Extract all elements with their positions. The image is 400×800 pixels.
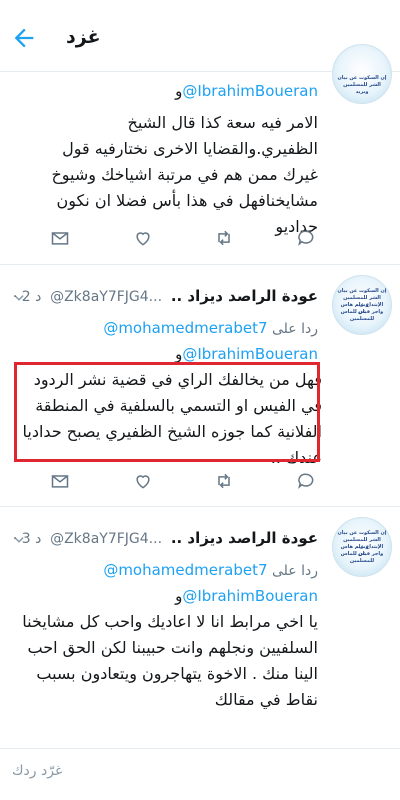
mention-link[interactable]: @IbrahimBoueran: [182, 587, 318, 605]
mention-line: @IbrahimBoueranو: [175, 345, 318, 363]
reply-icon[interactable]: [296, 228, 316, 248]
retweet-icon[interactable]: [214, 228, 234, 248]
avatar[interactable]: إن السكوت عن بيان الشر للمسلمين وبريد ال…: [332, 275, 392, 335]
tweet-header: عودة الراصد ديزاد .. @Zk8aY7FJG4... د 3 …: [13, 529, 318, 547]
like-icon[interactable]: [133, 471, 153, 491]
tweet-header: عودة الراصد ديزاد .. @Zk8aY7FJG4... د 2 …: [13, 287, 318, 305]
avatar[interactable]: إن السكوت عن بيان الشر للمسلمين وبريد ال…: [332, 517, 392, 577]
avatar[interactable]: إن السكوت عن بيان الشر للمسلمين وبريد: [332, 44, 392, 104]
arrow-left-icon[interactable]: [10, 24, 38, 52]
mention-link[interactable]: @mohamedmerabet7: [103, 319, 267, 337]
highlight-box: [14, 362, 320, 462]
mention-link[interactable]: @IbrahimBoueran: [182, 345, 318, 363]
reply-input[interactable]: غرّد ردك: [12, 763, 62, 779]
reply-to-line: ردا على @mohamedmerabet7: [103, 561, 318, 579]
mention-link[interactable]: @IbrahimBoueran: [182, 82, 318, 100]
author-handle[interactable]: @Zk8aY7FJG4...: [50, 531, 162, 547]
tweet-actions: [0, 471, 400, 495]
tweet[interactable]: إن السكوت عن بيان الشر للمسلمين وبريد ال…: [0, 507, 400, 748]
share-icon[interactable]: [50, 228, 70, 248]
tweet-actions: [0, 228, 400, 252]
mention-link[interactable]: @mohamedmerabet7: [103, 561, 267, 579]
tweet-time: د 3 ·: [12, 531, 42, 547]
tweet-time: د 2 ·: [12, 289, 42, 305]
mention-line: @IbrahimBoueranو: [175, 587, 318, 605]
share-icon[interactable]: [50, 471, 70, 491]
tweet-text: يا اخي مرابط انا لا اعاديك واحب كل مشايخ…: [22, 612, 318, 709]
reply-to-line: ردا على @mohamedmerabet7: [103, 319, 318, 337]
like-icon[interactable]: [133, 228, 153, 248]
reply-composer[interactable]: غرّد ردك: [0, 748, 400, 800]
reply-icon[interactable]: [296, 471, 316, 491]
page-title: غزد: [66, 26, 101, 48]
tweet-text: الامر فيه سعة كذا قال الشيخ الظفيري.والق…: [51, 113, 318, 236]
author-name[interactable]: عودة الراصد ديزاد ..: [171, 529, 318, 547]
author-handle[interactable]: @Zk8aY7FJG4...: [50, 289, 162, 305]
mention-line: @IbrahimBoueranو: [175, 82, 318, 100]
retweet-icon[interactable]: [214, 471, 234, 491]
author-name[interactable]: عودة الراصد ديزاد ..: [171, 287, 318, 305]
tweet[interactable]: إن السكوت عن بيان الشر للمسلمين وبريد @I…: [0, 44, 400, 265]
